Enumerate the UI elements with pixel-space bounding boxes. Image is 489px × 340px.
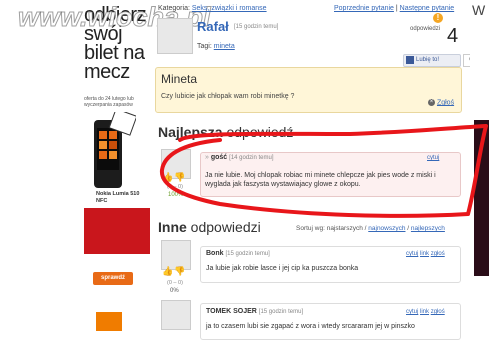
category-link[interactable]: Seks, związki i romanse: [192, 5, 267, 12]
next-question-link[interactable]: Następne pytanie: [400, 5, 454, 12]
answer-text: ja to czasem lubi sie zgapać z wora i wt…: [206, 323, 415, 330]
answer-percent: 0%: [170, 288, 179, 294]
prev-question-link[interactable]: Poprzednie pytanie: [334, 5, 394, 12]
ad-offer-text: oferta do 24 lutego lub wyczerpania zapa…: [84, 96, 134, 108]
answer-time: [15 godzin temu]: [225, 251, 270, 257]
close-icon: ×: [428, 99, 435, 106]
answer-avatar[interactable]: [161, 300, 191, 330]
question-time: [15 godzin temu]: [234, 24, 279, 30]
answer-author[interactable]: Bonk: [206, 250, 224, 257]
avatar[interactable]: [157, 18, 193, 54]
answer-actions: cytuj link zgłoś: [406, 251, 445, 257]
quote-link[interactable]: cytuj: [406, 309, 418, 315]
orange-logo: [96, 312, 122, 331]
answers-count-icon: !: [433, 13, 443, 23]
question-box: [155, 67, 462, 113]
ad-phone-name: Nokia Lumia 510 NFC: [96, 191, 140, 204]
answers-label: odpowiedzi: [410, 26, 441, 32]
ad-stadium-image: [84, 208, 150, 254]
thumbs-up-icon[interactable]: 👍: [162, 266, 173, 277]
tags-label: Tagi:: [197, 43, 212, 50]
tags: Tagi: mineta: [197, 43, 235, 50]
breadcrumb: Kategoria: Seks, związki i romanse: [158, 5, 267, 12]
quote-link[interactable]: cytuj: [406, 251, 418, 257]
facebook-like-button[interactable]: Lubię to!: [403, 54, 461, 67]
answer-author[interactable]: TOMEK SOJER: [206, 308, 257, 315]
question-nav: Poprzednie pytanie | Następne pytanie: [334, 5, 454, 12]
question-text: Czy lubicie jak chłopak wam robi minetkę…: [161, 93, 295, 100]
question-title: Mineta: [161, 72, 198, 86]
category-label: Kategoria:: [158, 5, 190, 12]
answer-time: [15 godzin temu]: [258, 309, 304, 315]
link-link[interactable]: link: [420, 251, 429, 257]
fb-like-label: Lubię to!: [416, 57, 440, 63]
nav-separator: |: [395, 5, 398, 12]
answer-actions: cytuj link zgłoś: [406, 309, 445, 315]
answer-meta: Bonk [15 godzin temu]: [206, 250, 270, 257]
report-label: Zgłoś: [436, 99, 455, 107]
answers-count: 4: [447, 25, 459, 47]
report-answer-link[interactable]: zgłoś: [431, 251, 445, 257]
answer-text: Ja lubie jak robie lasce i jej cip ka pu…: [206, 265, 359, 272]
facebook-icon: [406, 56, 414, 64]
ad-check-button[interactable]: sprawdź: [93, 272, 133, 285]
phone-image: [94, 112, 136, 188]
right-column-heading: W: [472, 2, 486, 18]
tag-link[interactable]: mineta: [214, 43, 235, 50]
report-link[interactable]: × Zgłoś: [428, 99, 454, 106]
left-ad-banner[interactable]: odbierz swój bilet na mecz oferta do 24 …: [0, 0, 150, 331]
answer-score: (0 – 0): [167, 280, 183, 286]
red-annotation-scribble: [160, 124, 488, 218]
report-answer-link[interactable]: zgłoś: [431, 309, 445, 315]
thumbs-down-icon[interactable]: 👎: [174, 266, 185, 277]
link-link[interactable]: link: [420, 309, 429, 315]
answer-meta: TOMEK SOJER [15 godzin temu]: [206, 308, 303, 315]
question-author[interactable]: Rafał: [197, 19, 229, 34]
